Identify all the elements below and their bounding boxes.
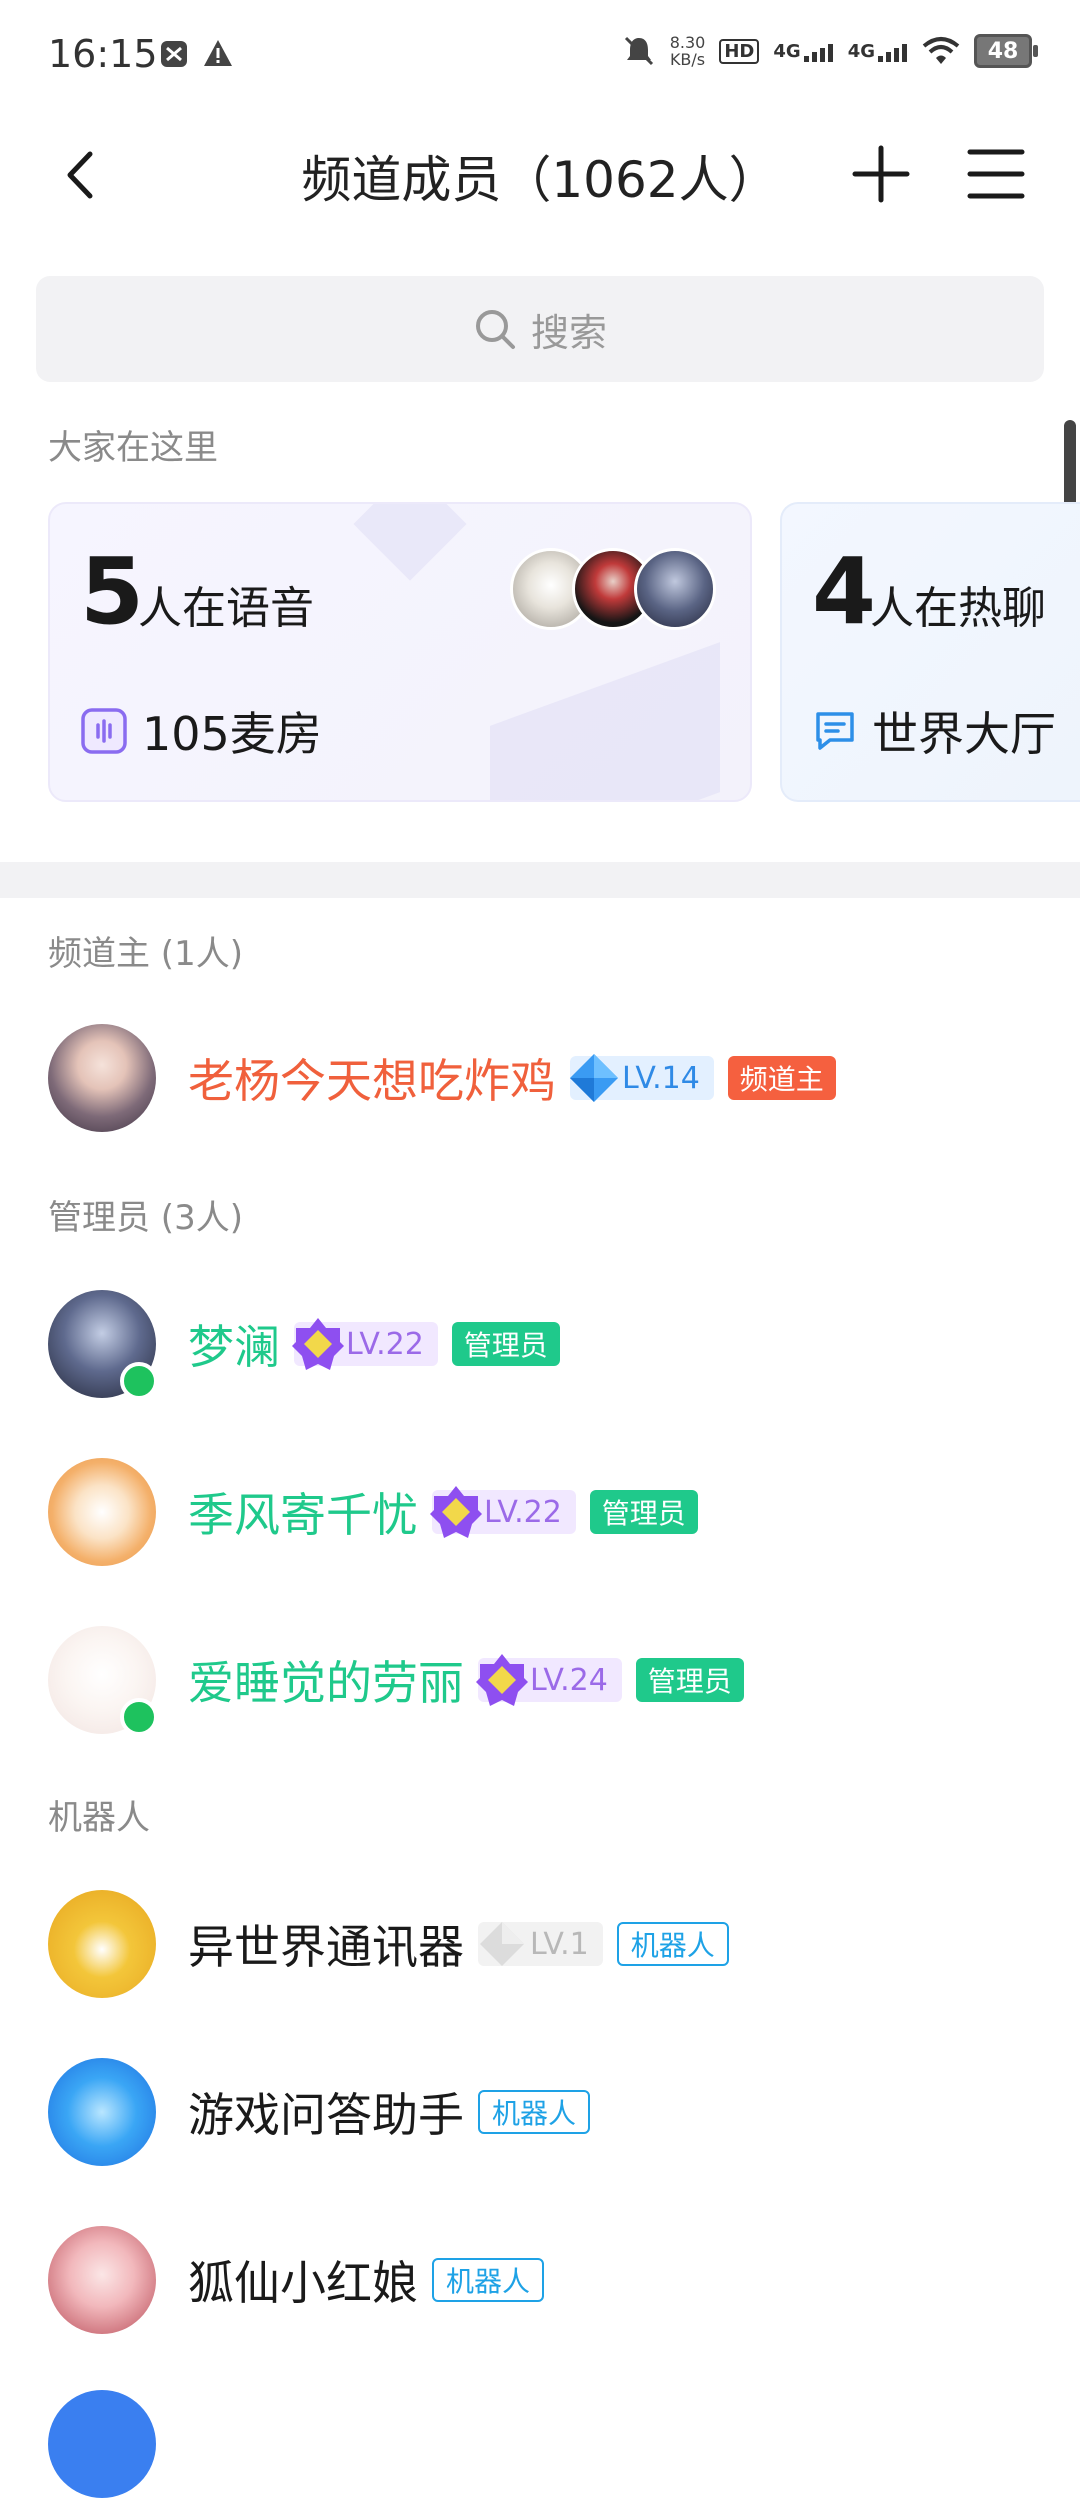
section-divider bbox=[0, 862, 1080, 898]
card-decoration bbox=[490, 642, 720, 800]
status-time: 16:15 bbox=[48, 32, 158, 76]
admin-tag: 管理员 bbox=[635, 1658, 744, 1702]
member-name: 老杨今天想吃炸鸡 bbox=[188, 1054, 556, 1108]
page-title: 频道成员（1062人） bbox=[301, 151, 779, 209]
net-speed: 8.30 KB/s bbox=[669, 33, 706, 69]
menu-icon[interactable] bbox=[960, 138, 1032, 210]
voice-avatars bbox=[510, 548, 716, 630]
voice-count: 5 bbox=[80, 538, 145, 645]
robot-tag: 机器人 bbox=[616, 1922, 729, 1966]
admin-section-label: 管理员 (3人) bbox=[48, 1198, 243, 1238]
member-name: 异世界通讯器 bbox=[188, 1920, 464, 1974]
chat-room: 世界大厅 bbox=[812, 698, 1056, 764]
app-notification-icon bbox=[161, 41, 187, 67]
robot-tag: 机器人 bbox=[478, 2090, 591, 2134]
member-name: 爱睡觉的劳丽 bbox=[188, 1656, 464, 1710]
mute-bell-icon bbox=[624, 36, 653, 66]
avatar bbox=[48, 1024, 156, 1132]
chat-bubble-icon bbox=[816, 712, 854, 750]
search-placeholder: 搜索 bbox=[530, 310, 607, 355]
level-badge: LV.22 bbox=[292, 1318, 438, 1370]
status-bar: 16:15 8.30 KB/s HD 4G 4G 48 bbox=[0, 0, 1080, 110]
member-row-admin[interactable]: 梦澜 LV.22 管理员 bbox=[48, 1290, 1048, 1400]
robot-section-label: 机器人 bbox=[48, 1798, 150, 1838]
voice-count-label: 人在语音 bbox=[138, 583, 314, 634]
avatar bbox=[48, 2390, 156, 2498]
signal-strength-2: 4G bbox=[848, 41, 908, 62]
activity-section-label: 大家在这里 bbox=[48, 428, 218, 468]
chat-activity-card[interactable]: 4 人在热聊 世界大厅 bbox=[780, 502, 1080, 802]
level-badge: LV.1 bbox=[478, 1922, 603, 1966]
member-name: 梦澜 bbox=[188, 1320, 280, 1374]
diamond-level-icon bbox=[570, 1054, 618, 1102]
level-badge: LV.14 bbox=[570, 1054, 714, 1102]
member-name: 季风寄千忧 bbox=[188, 1488, 418, 1542]
voice-room: 105麦房 bbox=[80, 698, 322, 764]
avatar bbox=[48, 2226, 156, 2334]
warning-icon bbox=[204, 40, 232, 66]
gem-level-icon bbox=[430, 1486, 482, 1538]
avatar bbox=[48, 1458, 156, 1566]
member-row-admin[interactable]: 季风寄千忧 LV.22 管理员 bbox=[48, 1458, 1048, 1568]
avatar bbox=[634, 548, 716, 630]
header: 频道成员（1062人） bbox=[0, 110, 1080, 240]
online-indicator bbox=[120, 1362, 158, 1400]
chat-count: 4 bbox=[812, 538, 877, 645]
member-row-robot[interactable]: 游戏问答助手 机器人 bbox=[48, 2058, 1048, 2168]
avatar bbox=[48, 2058, 156, 2166]
voice-room-name: 105麦房 bbox=[142, 707, 322, 761]
plus-icon[interactable] bbox=[845, 138, 917, 210]
admin-tag: 管理员 bbox=[451, 1322, 560, 1366]
card-decoration bbox=[353, 504, 467, 581]
member-name: 狐仙小红娘 bbox=[188, 2256, 418, 2310]
owner-section-label: 频道主 (1人) bbox=[48, 934, 243, 974]
search-input[interactable]: 搜索 bbox=[36, 276, 1044, 382]
wifi-icon bbox=[922, 37, 960, 64]
member-name: 游戏问答助手 bbox=[188, 2088, 464, 2142]
member-row-robot[interactable]: 狐仙小红娘 机器人 bbox=[48, 2226, 1048, 2336]
level-badge: LV.22 bbox=[430, 1486, 576, 1538]
owner-tag: 频道主 bbox=[727, 1056, 836, 1100]
hd-indicator: HD bbox=[719, 38, 760, 64]
signal-strength-1: 4G bbox=[773, 41, 833, 62]
battery-indicator: 48 bbox=[974, 34, 1038, 68]
signal-bars-icon bbox=[803, 43, 833, 62]
member-row-owner[interactable]: 老杨今天想吃炸鸡 LV.14 频道主 bbox=[48, 1024, 1048, 1134]
voice-activity-card[interactable]: 5 人在语音 105麦房 bbox=[48, 502, 752, 802]
robot-tag: 机器人 bbox=[432, 2258, 545, 2302]
search-icon bbox=[475, 310, 515, 349]
voice-room-icon bbox=[81, 708, 127, 754]
level-badge: LV.24 bbox=[476, 1654, 622, 1706]
gem-level-icon bbox=[292, 1318, 344, 1370]
signal-bars-icon bbox=[878, 43, 907, 62]
member-row-robot[interactable]: 异世界通讯器 LV.1 机器人 bbox=[48, 1890, 1048, 2000]
chat-room-name: 世界大厅 bbox=[872, 707, 1056, 761]
chat-count-label: 人在热聊 bbox=[870, 583, 1046, 634]
gem-level-icon bbox=[476, 1654, 528, 1706]
member-row-admin[interactable]: 爱睡觉的劳丽 LV.24 管理员 bbox=[48, 1626, 1048, 1736]
avatar bbox=[48, 1890, 156, 1998]
admin-tag: 管理员 bbox=[589, 1490, 698, 1534]
diamond-level-icon bbox=[480, 1922, 524, 1966]
online-indicator bbox=[120, 1698, 158, 1736]
